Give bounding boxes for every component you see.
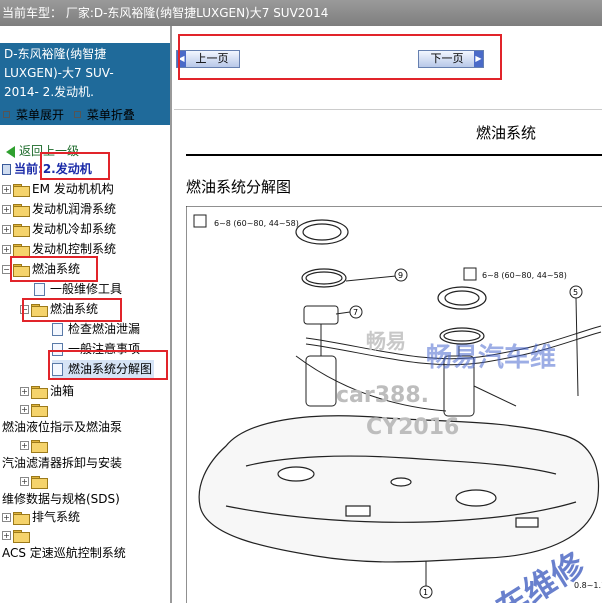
document-icon bbox=[52, 323, 63, 336]
folder-icon bbox=[31, 475, 48, 489]
tree-item[interactable]: + bbox=[2, 526, 32, 544]
tree-item-label[interactable]: ACS 定速巡航控制系统 bbox=[2, 546, 126, 560]
svg-text:6~8 (60~80, 44~58): 6~8 (60~80, 44~58) bbox=[214, 219, 299, 228]
tree-item[interactable]: ACS 定速巡航控制系统 bbox=[2, 544, 126, 562]
svg-text:9: 9 bbox=[398, 271, 403, 280]
tree-item-label[interactable]: 发动机润滑系统 bbox=[32, 202, 116, 216]
highlight-box bbox=[10, 256, 98, 282]
tree-item[interactable]: + bbox=[20, 400, 50, 418]
tree-item-label[interactable]: EM 发动机机构 bbox=[32, 182, 114, 196]
left-panel: D-东风裕隆(纳智捷 LUXGEN)-大7 SUV- 2014- 2.发动机. … bbox=[0, 26, 172, 603]
svg-text:6~8 (60~80, 44~58): 6~8 (60~80, 44~58) bbox=[482, 271, 567, 280]
tree-item-label[interactable]: 油箱 bbox=[50, 384, 74, 398]
fuel-system-exploded-diagram: 6~8 (60~80, 44~58) 6~8 (60~80, 44~58) 0.… bbox=[186, 206, 602, 603]
highlight-box bbox=[22, 298, 122, 322]
folder-icon bbox=[31, 439, 48, 453]
expand-icon[interactable]: + bbox=[2, 225, 11, 234]
tree-item[interactable]: 汽油滤清器拆卸与安装 bbox=[2, 454, 122, 472]
expand-icon[interactable]: + bbox=[2, 205, 11, 214]
expand-icon[interactable]: + bbox=[2, 245, 11, 254]
tree-item-label[interactable]: 燃油液位指示及燃油泵 bbox=[2, 420, 122, 434]
folder-icon bbox=[31, 403, 48, 417]
expand-icon[interactable]: + bbox=[20, 477, 29, 486]
svg-text:畅易: 畅易 bbox=[366, 329, 406, 353]
page-title: 燃油系统 bbox=[476, 124, 537, 142]
tree-item[interactable]: + 发动机润滑系统 bbox=[2, 200, 116, 218]
document-icon bbox=[34, 283, 45, 296]
model-header-line: 2014- 2.发动机. bbox=[4, 85, 94, 99]
highlight-box bbox=[48, 350, 168, 380]
folder-icon bbox=[13, 529, 30, 543]
tree-item-label[interactable]: 一般维修工具 bbox=[50, 282, 122, 296]
title-text: 当前车型： 厂家:D-东风裕隆(纳智捷LUXGEN)大7 SUV2014 bbox=[2, 6, 329, 20]
svg-text:1: 1 bbox=[423, 588, 428, 597]
tree-item-label[interactable]: 发动机控制系统 bbox=[32, 242, 116, 256]
tree-item-label[interactable]: 排气系统 bbox=[32, 510, 80, 524]
tree-item[interactable]: 维修数据与规格(SDS) bbox=[2, 490, 120, 508]
tree-item-label[interactable]: 汽油滤清器拆卸与安装 bbox=[2, 456, 122, 470]
expand-icon[interactable]: + bbox=[20, 441, 29, 450]
square-icon bbox=[73, 111, 81, 118]
title-bar: 当前车型： 厂家:D-东风裕隆(纳智捷LUXGEN)大7 SUV2014 bbox=[0, 0, 602, 26]
document-page: 燃油系统 燃油系统分解图 6~8 (60~80, 44~58) 6~8 (60~… bbox=[186, 110, 602, 603]
expand-icon[interactable]: + bbox=[2, 513, 11, 522]
svg-text:5: 5 bbox=[573, 288, 578, 297]
folder-icon bbox=[13, 511, 30, 525]
current-prefix: 当前: bbox=[14, 162, 43, 176]
page-navigation: ◀ 上一页 下一页 ▶ bbox=[174, 26, 602, 110]
expand-icon[interactable]: + bbox=[20, 405, 29, 414]
model-header-line: D-东风裕隆(纳智捷 bbox=[4, 47, 107, 61]
svg-text:CY2016: CY2016 bbox=[366, 415, 459, 440]
svg-text:car388.: car388. bbox=[336, 383, 429, 408]
tree-item-label[interactable]: 维修数据与规格(SDS) bbox=[2, 492, 120, 506]
content-panel: ◀ 上一页 下一页 ▶ 燃油系统 燃油系统分解图 6~8 (60~80, 44~… bbox=[174, 26, 602, 603]
highlight-box bbox=[178, 34, 502, 80]
highlight-box bbox=[40, 152, 110, 180]
folder-icon bbox=[13, 223, 30, 237]
expand-menu-button[interactable]: 菜单展开 bbox=[16, 108, 64, 122]
square-icon bbox=[3, 111, 10, 118]
tree-item[interactable]: + 发动机冷却系统 bbox=[2, 220, 116, 238]
expand-icon[interactable]: + bbox=[2, 185, 11, 194]
tree-item[interactable]: 一般维修工具 bbox=[34, 280, 122, 298]
diagram-title: 燃油系统分解图 bbox=[186, 178, 292, 196]
menu-toggle-row: 菜单展开 菜单折叠 bbox=[0, 106, 135, 123]
tree-item-label[interactable]: 检查燃油泄漏 bbox=[68, 322, 140, 336]
tree-item[interactable]: 检查燃油泄漏 bbox=[52, 320, 140, 338]
tree-item[interactable]: 燃油液位指示及燃油泵 bbox=[2, 418, 122, 436]
divider bbox=[186, 154, 602, 156]
tree-item[interactable]: + EM 发动机机构 bbox=[2, 180, 114, 198]
tree-item[interactable]: + 油箱 bbox=[20, 382, 74, 400]
tree-item[interactable]: + bbox=[20, 436, 50, 454]
model-header-line: LUXGEN)-大7 SUV- bbox=[4, 66, 114, 80]
svg-text:7: 7 bbox=[353, 308, 358, 317]
tree-item[interactable]: + 排气系统 bbox=[2, 508, 80, 526]
folder-icon bbox=[13, 183, 30, 197]
svg-text:畅易汽车维: 畅易汽车维 bbox=[426, 342, 556, 373]
collapse-menu-button[interactable]: 菜单折叠 bbox=[87, 108, 135, 122]
location-icon bbox=[2, 164, 11, 175]
folder-icon bbox=[13, 243, 30, 257]
expand-icon[interactable]: + bbox=[20, 387, 29, 396]
folder-icon bbox=[13, 203, 30, 217]
tree-item-label[interactable]: 发动机冷却系统 bbox=[32, 222, 116, 236]
folder-icon bbox=[31, 385, 48, 399]
tree-item[interactable]: + bbox=[20, 472, 50, 490]
back-arrow-icon bbox=[6, 145, 15, 158]
expand-icon[interactable]: + bbox=[2, 531, 11, 540]
